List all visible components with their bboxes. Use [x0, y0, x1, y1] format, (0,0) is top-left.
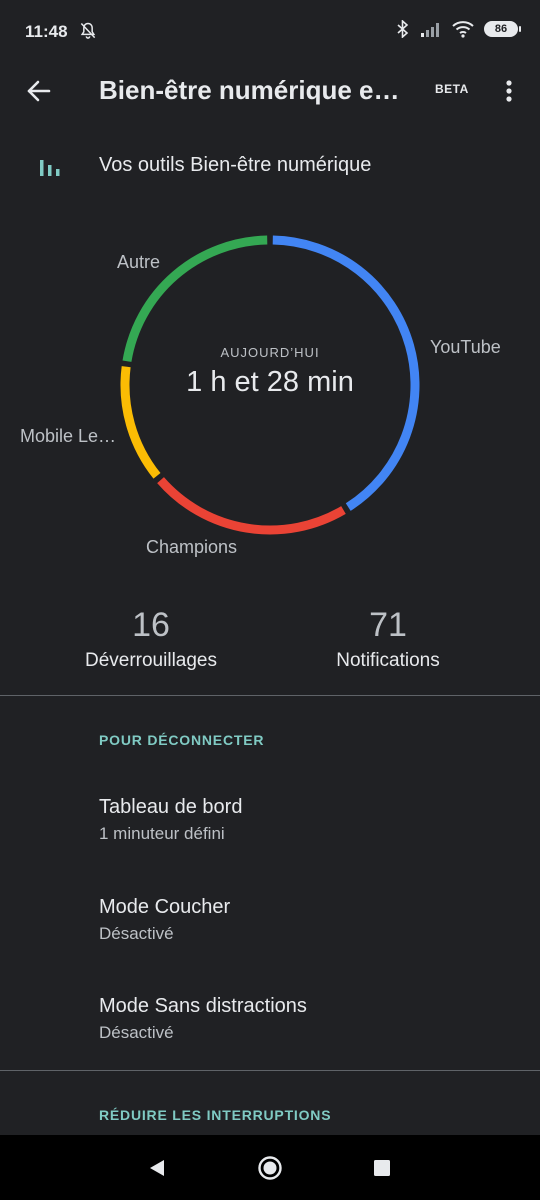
nav-recents-icon[interactable]: [369, 1155, 395, 1181]
app-bar: Bien-être numérique et contrôle parental…: [0, 64, 540, 116]
divider: [0, 695, 540, 696]
segment-label-youtube[interactable]: YouTube: [430, 337, 501, 358]
tools-label: Vos outils Bien-être numérique: [99, 154, 372, 176]
status-icons: 86: [396, 20, 521, 38]
bar-chart-icon: [40, 160, 60, 176]
unlocks-stat[interactable]: 16 Déverrouillages: [51, 606, 251, 672]
unlocks-label: Déverrouillages: [84, 650, 217, 671]
segment-label-champions[interactable]: Champions: [146, 537, 237, 558]
system-nav-bar: [0, 1135, 540, 1200]
section-heading-disconnect: POUR DÉCONNECTER: [99, 732, 265, 748]
nav-home-icon[interactable]: [257, 1155, 283, 1181]
donut-segment-champions[interactable]: [157, 477, 346, 535]
page-title: Bien-être numérique et contrôle parental: [99, 75, 405, 105]
more-vert-icon[interactable]: [497, 74, 521, 108]
segment-label-autre[interactable]: Autre: [117, 252, 160, 273]
status-bar: 11:48 86: [0, 0, 540, 64]
usage-donut-chart[interactable]: YouTube Champions Mobile Le… Autre AUJOU…: [0, 200, 540, 580]
beta-badge: BETA: [435, 82, 469, 96]
today-caption: AUJOURD’HUI: [220, 345, 320, 360]
status-time: 11:48: [25, 22, 68, 41]
section-heading-interruptions: RÉDUIRE LES INTERRUPTIONS: [99, 1107, 332, 1123]
notifications-count: 71: [369, 606, 407, 644]
list-item-subtitle: Désactivé: [99, 924, 174, 943]
digital-wellbeing-tools-row[interactable]: Vos outils Bien-être numérique: [0, 140, 540, 192]
signal-icon: [421, 23, 439, 37]
bell-off-icon: [80, 22, 96, 39]
list-item-focus-mode[interactable]: Mode Sans distractions Désactivé: [0, 981, 540, 1077]
unlocks-count: 16: [132, 606, 170, 644]
bluetooth-icon: [397, 20, 409, 38]
nav-back-icon[interactable]: [144, 1155, 170, 1181]
divider: [0, 1070, 540, 1071]
list-item-subtitle: 1 minuteur défini: [99, 824, 225, 843]
battery-level: 86: [494, 23, 508, 35]
list-item-dashboard[interactable]: Tableau de bord 1 minuteur défini: [0, 782, 540, 878]
list-item-subtitle: Désactivé: [99, 1023, 174, 1042]
battery-icon: 86: [484, 21, 521, 37]
list-item-title: Tableau de bord: [99, 796, 243, 818]
notifications-label: Notifications: [336, 650, 440, 671]
list-item-title: Mode Sans distractions: [99, 995, 307, 1017]
segment-label-mobile-legends[interactable]: Mobile Le…: [20, 426, 116, 447]
list-item-bedtime-mode[interactable]: Mode Coucher Désactivé: [0, 882, 540, 978]
wifi-icon: [452, 21, 474, 38]
notifications-stat[interactable]: 71 Notifications: [288, 606, 488, 672]
total-usage-time: 1 h et 28 min: [186, 366, 354, 398]
list-item-title: Mode Coucher: [99, 896, 231, 918]
arrow-back-icon[interactable]: [22, 74, 56, 108]
